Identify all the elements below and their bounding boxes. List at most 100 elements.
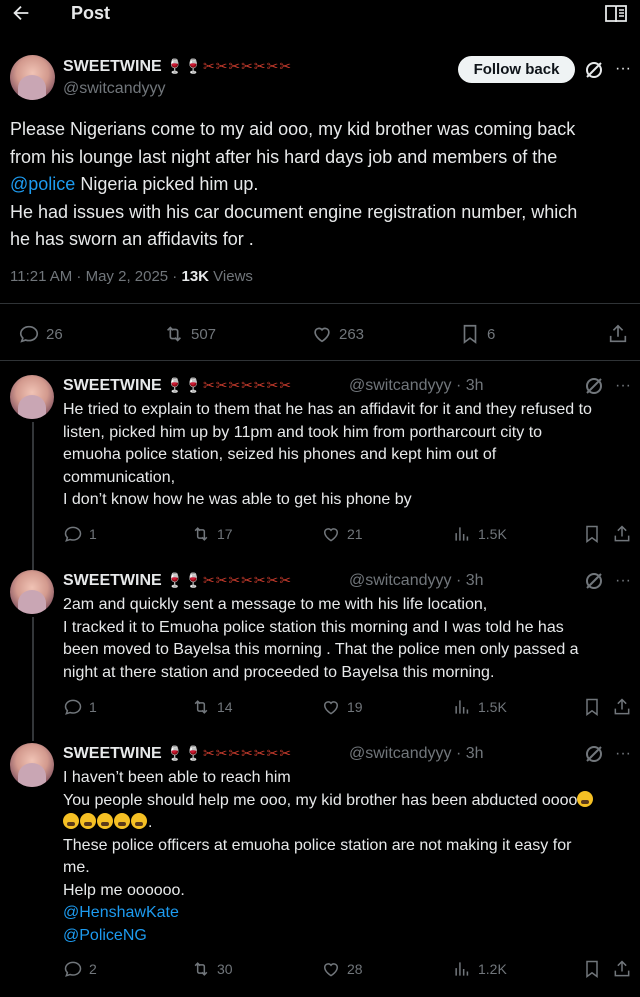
more-icon[interactable]: ···	[613, 59, 633, 79]
reply-author-name[interactable]: SWEETWINE 🍷🍷✂✂✂✂✂✂✂	[63, 572, 292, 590]
reply-author-name[interactable]: SWEETWINE 🍷🍷✂✂✂✂✂✂✂	[63, 745, 292, 763]
reply-text-line: night at there station and proceeded to …	[63, 663, 495, 681]
author-handle[interactable]: @switcandyyy	[63, 80, 166, 98]
more-icon[interactable]: ···	[613, 571, 633, 591]
post-text-line: @police Nigeria picked him up.	[10, 171, 630, 199]
reply-author-name-text: SWEETWINE	[63, 572, 162, 589]
reply-author-name-text: SWEETWINE	[63, 377, 162, 394]
bookmark-button[interactable]	[582, 524, 608, 544]
grok-icon[interactable]	[584, 60, 604, 80]
reply-text-line: me.	[63, 859, 90, 876]
reply-text-line: listen, picked him up by 11pm and took h…	[63, 423, 543, 441]
repost-button[interactable]: 17	[191, 524, 233, 544]
reply-text-line: You people should help me ooo, my kid br…	[63, 790, 635, 813]
author-avatar[interactable]	[10, 55, 55, 100]
reply-text: 2am and quickly sent a message to me wit…	[63, 594, 635, 684]
back-arrow-icon[interactable]	[10, 2, 32, 24]
like-icon	[323, 963, 339, 977]
reply-author-emojis: 🍷🍷✂✂✂✂✂✂✂	[166, 377, 293, 393]
reply-button[interactable]: 2	[63, 959, 97, 979]
share-icon	[609, 324, 627, 343]
reply-text-line: emuoha police station, seized his phones…	[63, 446, 497, 463]
reply-text-line: I haven’t been able to reach him	[63, 769, 291, 786]
more-icon[interactable]: ···	[613, 744, 633, 764]
repost-count: 30	[217, 961, 233, 977]
reply-button[interactable]: 26	[18, 323, 63, 345]
bookmark-button[interactable]: 6	[459, 323, 495, 345]
share-button[interactable]	[612, 697, 638, 717]
views-icon	[455, 527, 469, 541]
reply-text-line: These police officers at emuoha police s…	[63, 836, 572, 854]
reply-avatar[interactable]	[10, 570, 54, 614]
post-text-line: from his lounge last night after his har…	[10, 146, 558, 167]
grok-icon[interactable]	[584, 376, 604, 396]
reply-count: 2	[89, 961, 97, 977]
weary-face-icon	[63, 813, 79, 829]
reply-author-emojis: 🍷🍷✂✂✂✂✂✂✂	[166, 745, 293, 761]
mention-link[interactable]: @PoliceNG	[63, 925, 635, 948]
reply-text-line: I tracked it to Emuoha police station th…	[63, 618, 564, 636]
more-icon[interactable]: ···	[613, 376, 633, 396]
reply-handle-time[interactable]: @switcandyyy · 3h	[349, 377, 484, 395]
author-name[interactable]: SWEETWINE 🍷🍷✂✂✂✂✂✂✂	[63, 58, 292, 76]
like-button[interactable]: 21	[321, 524, 363, 544]
reply-button[interactable]: 1	[63, 697, 97, 717]
like-button[interactable]: 263	[311, 323, 364, 345]
like-count: 21	[347, 526, 363, 542]
views-button[interactable]: 1.5K	[452, 524, 507, 544]
post-text-line: He had issues with his car document engi…	[10, 201, 578, 222]
reply-icon	[64, 961, 82, 977]
like-count: 19	[347, 699, 363, 715]
reply-avatar[interactable]	[10, 743, 54, 787]
views-button[interactable]: 1.2K	[452, 959, 507, 979]
bookmark-button[interactable]	[582, 697, 608, 717]
mention-link[interactable]: @police	[10, 174, 75, 194]
grok-icon[interactable]	[584, 744, 604, 764]
reply-text-line: been moved to Bayelsa this morning . Tha…	[63, 641, 579, 658]
views-count: 1.2K	[478, 961, 507, 977]
post-timestamp[interactable]: 11:21 AM · May 2, 2025 ·	[10, 268, 181, 285]
repost-icon	[194, 700, 208, 714]
views-icon	[455, 700, 469, 714]
bookmark-icon	[463, 324, 477, 344]
like-button[interactable]: 28	[321, 959, 363, 979]
like-button[interactable]: 19	[321, 697, 363, 717]
follow-back-button[interactable]: Follow back	[458, 56, 575, 83]
top-bar: Post	[0, 0, 640, 28]
share-button[interactable]	[612, 959, 638, 979]
reply-handle-time[interactable]: @switcandyyy · 3h	[349, 745, 484, 763]
weary-face-icon	[131, 813, 147, 829]
repost-button[interactable]: 30	[191, 959, 233, 979]
grok-icon[interactable]	[584, 571, 604, 591]
repost-count: 507	[191, 325, 217, 343]
reply-text-line: Help me oooooo.	[63, 881, 185, 899]
post-text-line: he has sworn an affidavits for .	[10, 229, 254, 250]
repost-button[interactable]: 507	[163, 323, 216, 345]
share-icon	[614, 698, 630, 715]
thread-line	[32, 617, 34, 741]
share-button[interactable]	[607, 323, 635, 345]
reply-icon	[64, 699, 82, 715]
repost-count: 14	[217, 699, 233, 715]
author-name-emojis: 🍷🍷✂✂✂✂✂✂✂	[166, 58, 293, 74]
like-count: 263	[339, 325, 365, 343]
reply-author-name[interactable]: SWEETWINE 🍷🍷✂✂✂✂✂✂✂	[63, 377, 292, 395]
page-title: Post	[71, 3, 111, 23]
bookmark-icon	[586, 960, 598, 978]
bookmark-button[interactable]	[582, 959, 608, 979]
share-button[interactable]	[612, 524, 638, 544]
views-label: Views	[209, 268, 253, 285]
views-count: 1.5K	[478, 526, 507, 542]
bookmark-count: 6	[487, 325, 496, 343]
reply-handle-time[interactable]: @switcandyyy · 3h	[349, 572, 484, 590]
repost-button[interactable]: 14	[191, 697, 233, 717]
reply-button[interactable]: 1	[63, 524, 97, 544]
post-text-line: Please Nigerians come to my aid ooo, my …	[10, 119, 576, 139]
reply-author-emojis: 🍷🍷✂✂✂✂✂✂✂	[166, 572, 293, 588]
reply-text-line: 2am and quickly sent a message to me wit…	[63, 596, 488, 613]
reply-text-line: I don’t know how he was able to get his …	[63, 491, 412, 508]
mention-link[interactable]: @HenshawKate	[63, 902, 635, 925]
reader-mode-icon[interactable]	[604, 4, 628, 24]
views-button[interactable]: 1.5K	[452, 697, 507, 717]
reply-avatar[interactable]	[10, 375, 54, 419]
